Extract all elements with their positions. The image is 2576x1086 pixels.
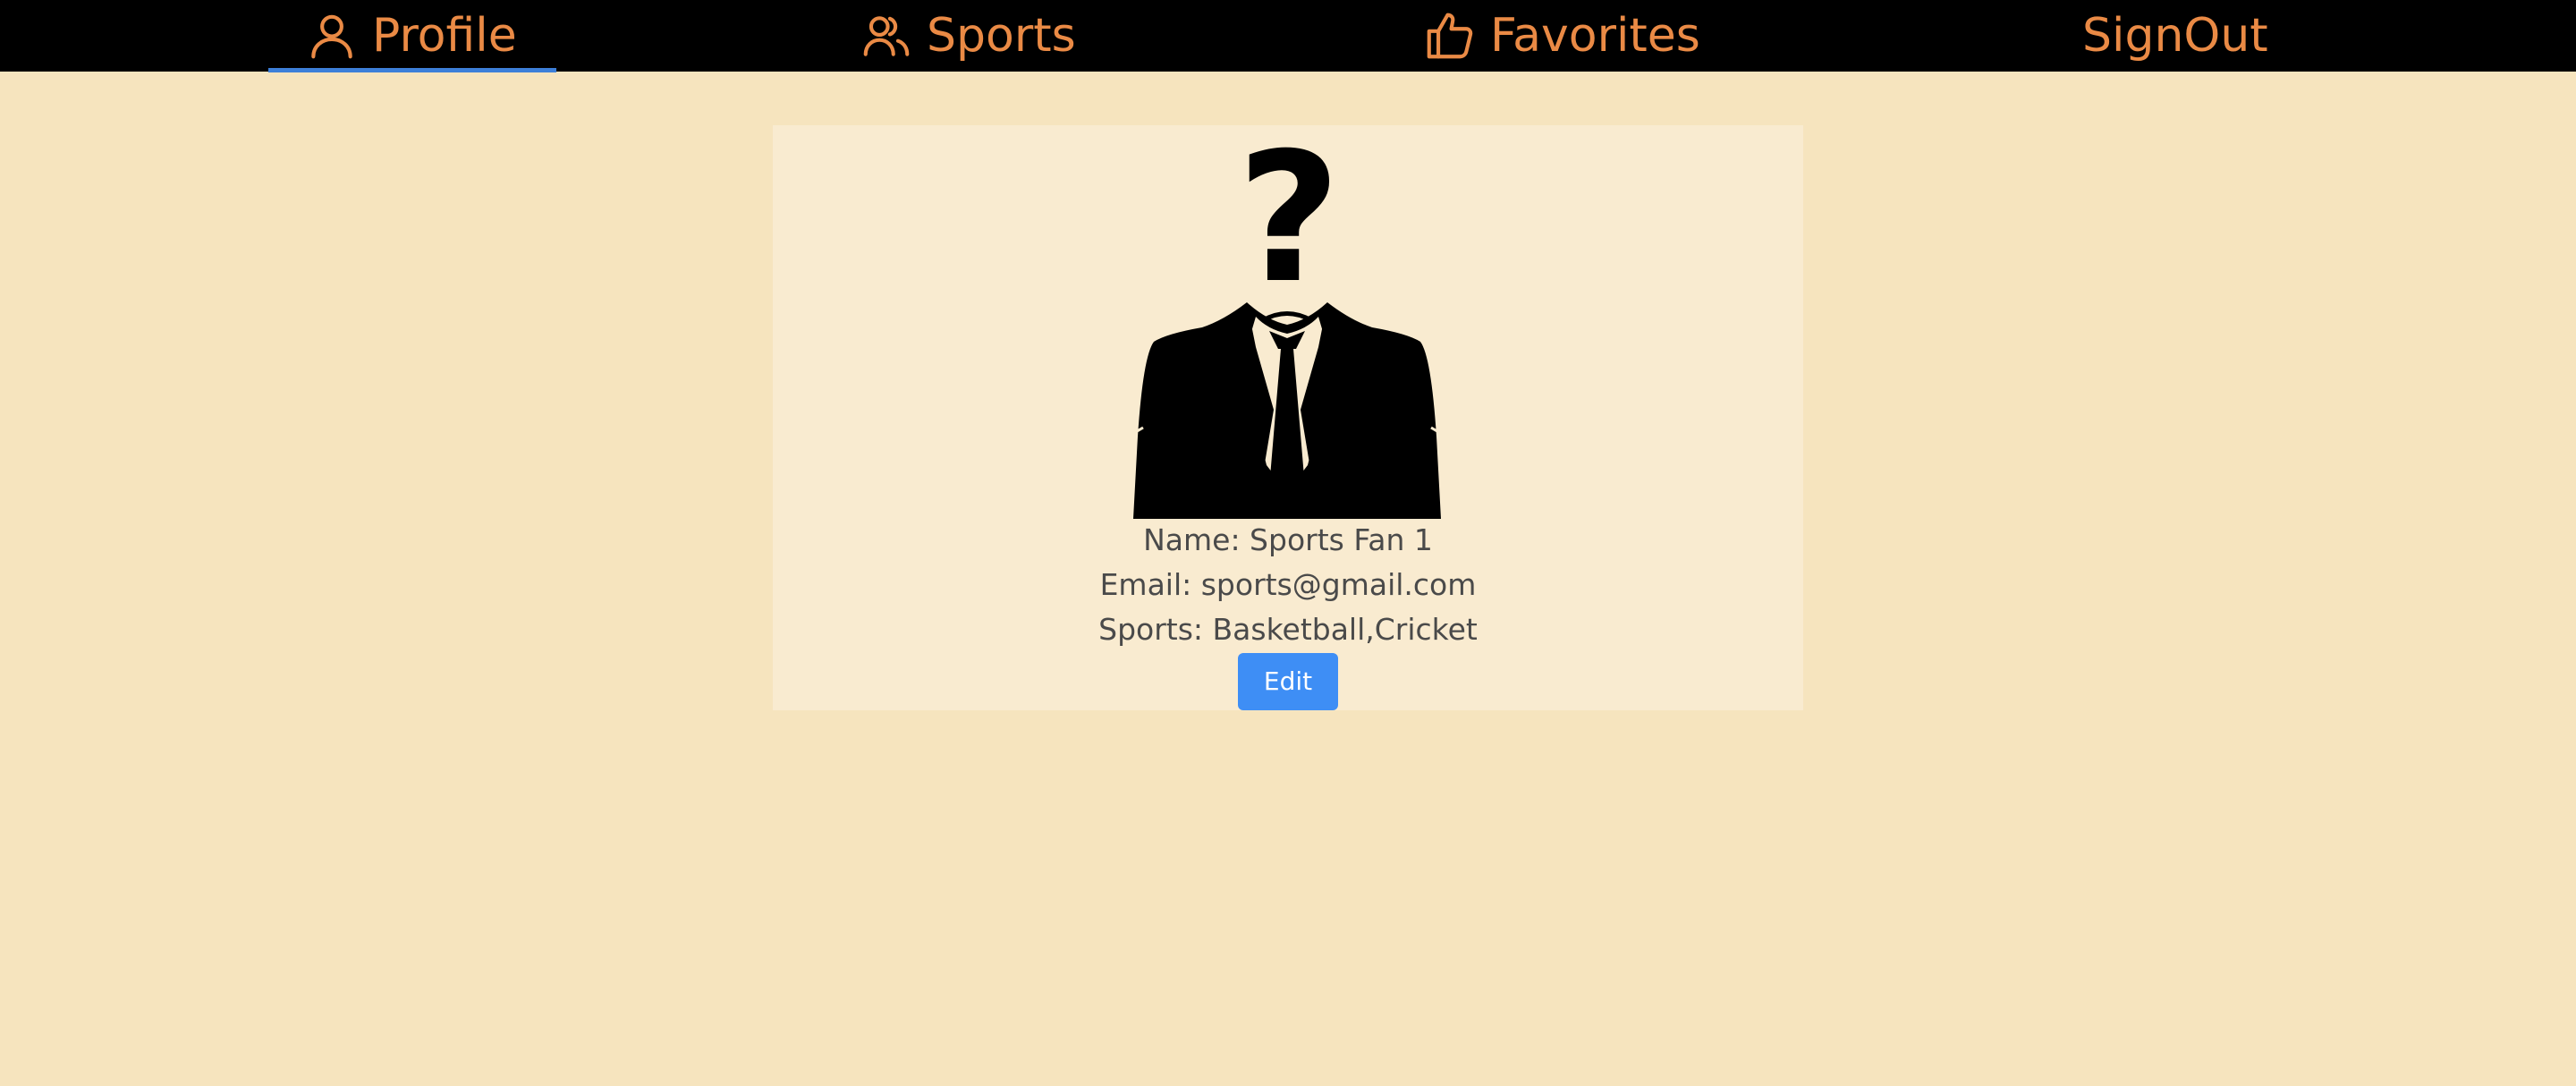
tab-sports-label: Sports	[927, 9, 1076, 63]
edit-button[interactable]: Edit	[1238, 653, 1338, 710]
anonymous-suit-icon: ?	[1131, 115, 1444, 519]
users-icon	[859, 8, 914, 64]
tab-signout[interactable]: SignOut	[2082, 0, 2268, 72]
active-tab-indicator	[268, 68, 556, 72]
tab-profile[interactable]: Profile	[304, 0, 517, 72]
profile-email: Email: sports@gmail.com	[1099, 567, 1477, 602]
thumbs-up-icon	[1422, 8, 1478, 64]
profile-name: Name: Sports Fan 1	[1143, 522, 1433, 557]
tab-profile-label: Profile	[372, 9, 517, 63]
profile-sports: Sports: Basketball,Cricket	[1098, 612, 1478, 647]
tab-favorites-label: Favorites	[1490, 9, 1700, 63]
tab-favorites[interactable]: Favorites	[1422, 0, 1700, 72]
svg-text:?: ?	[1237, 141, 1341, 323]
profile-card: ? Name: Sports Fan 1 Email: sports@gmail…	[773, 115, 1803, 710]
user-icon	[304, 8, 360, 64]
tab-sports[interactable]: Sports	[859, 0, 1076, 72]
tab-signout-label: SignOut	[2082, 9, 2268, 63]
top-navigation-bar: Profile Sports Favorites SignOut	[0, 0, 2576, 72]
